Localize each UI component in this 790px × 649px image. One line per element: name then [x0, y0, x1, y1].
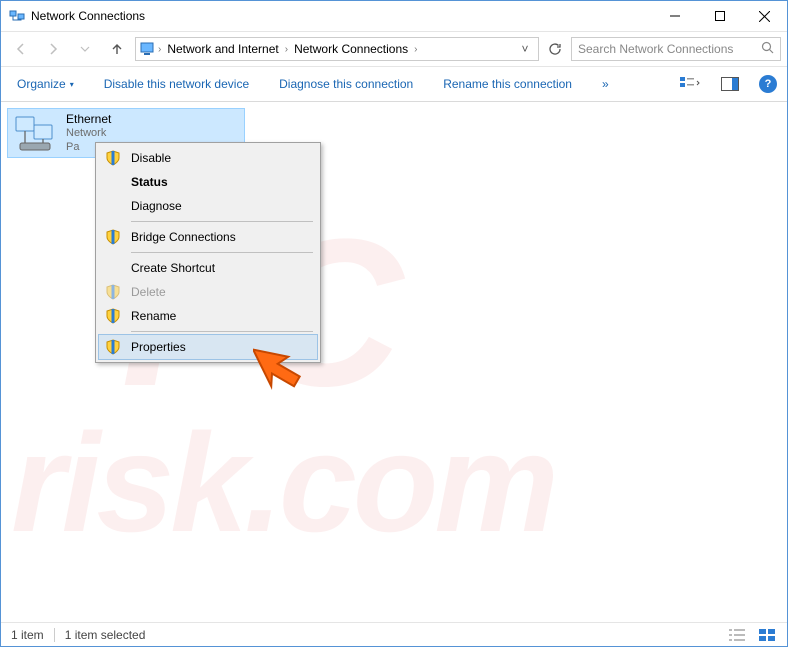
- search-box[interactable]: Search Network Connections: [571, 37, 781, 61]
- menu-separator: [131, 221, 313, 222]
- address-bar[interactable]: › Network and Internet › Network Connect…: [135, 37, 539, 61]
- titlebar: Network Connections: [1, 1, 787, 31]
- menu-separator: [131, 252, 313, 253]
- window: Network Connections › Network and Intern…: [0, 0, 788, 647]
- shield-icon: [105, 229, 121, 245]
- menu-status[interactable]: Status: [99, 170, 317, 194]
- chevron-right-icon[interactable]: ›: [414, 44, 417, 55]
- navbar: › Network and Internet › Network Connect…: [1, 31, 787, 67]
- menu-bridge[interactable]: Bridge Connections: [99, 225, 317, 249]
- shield-icon: [105, 339, 121, 355]
- window-controls: [652, 1, 787, 31]
- overflow-button[interactable]: »: [596, 73, 615, 95]
- search-icon: [761, 41, 774, 57]
- divider: [54, 628, 55, 642]
- refresh-button[interactable]: [543, 37, 567, 61]
- adapter-network: Network: [66, 127, 111, 141]
- address-dropdown[interactable]: ˅: [516, 42, 534, 56]
- disable-device-button[interactable]: Disable this network device: [98, 73, 255, 95]
- details-view-button[interactable]: [727, 627, 747, 643]
- selection-count: 1 item selected: [65, 628, 146, 642]
- content-area[interactable]: PC risk.com Ethernet Network Pa: [1, 102, 787, 622]
- status-bar: 1 item 1 item selected: [1, 622, 787, 646]
- shield-icon: [105, 284, 121, 300]
- large-icons-view-button[interactable]: [757, 627, 777, 643]
- ethernet-adapter-icon: [14, 113, 58, 153]
- back-button[interactable]: [7, 35, 35, 63]
- up-button[interactable]: [103, 35, 131, 63]
- forward-button[interactable]: [39, 35, 67, 63]
- shield-icon: [105, 308, 121, 324]
- menu-shortcut[interactable]: Create Shortcut: [99, 256, 317, 280]
- search-placeholder: Search Network Connections: [578, 42, 761, 56]
- diagnose-button[interactable]: Diagnose this connection: [273, 73, 419, 95]
- control-panel-icon: [140, 41, 156, 57]
- close-button[interactable]: [742, 1, 787, 31]
- minimize-button[interactable]: [652, 1, 697, 31]
- breadcrumb-network-connections[interactable]: Network Connections: [290, 40, 412, 58]
- command-bar: Organize▾ Disable this network device Di…: [1, 67, 787, 101]
- menu-separator: [131, 331, 313, 332]
- window-title: Network Connections: [31, 9, 652, 23]
- preview-pane-button[interactable]: [719, 73, 741, 95]
- network-connections-icon: [9, 8, 25, 24]
- menu-diagnose[interactable]: Diagnose: [99, 194, 317, 218]
- context-menu: Disable Status Diagnose Bridge Connectio…: [95, 142, 321, 363]
- rename-button[interactable]: Rename this connection: [437, 73, 578, 95]
- breadcrumb-network-internet[interactable]: Network and Internet: [163, 40, 282, 58]
- organize-button[interactable]: Organize▾: [11, 73, 80, 95]
- item-count: 1 item: [11, 628, 44, 642]
- view-options-button[interactable]: [679, 73, 701, 95]
- menu-rename[interactable]: Rename: [99, 304, 317, 328]
- menu-delete: Delete: [99, 280, 317, 304]
- maximize-button[interactable]: [697, 1, 742, 31]
- chevron-down-icon: ▾: [70, 80, 74, 89]
- chevron-right-icon[interactable]: ›: [285, 44, 288, 55]
- recent-dropdown[interactable]: [71, 35, 99, 63]
- annotation-arrow-icon: [253, 336, 317, 400]
- help-button[interactable]: ?: [759, 75, 777, 93]
- chevron-right-icon[interactable]: ›: [158, 44, 161, 55]
- adapter-name: Ethernet: [66, 112, 111, 127]
- menu-disable[interactable]: Disable: [99, 146, 317, 170]
- shield-icon: [105, 150, 121, 166]
